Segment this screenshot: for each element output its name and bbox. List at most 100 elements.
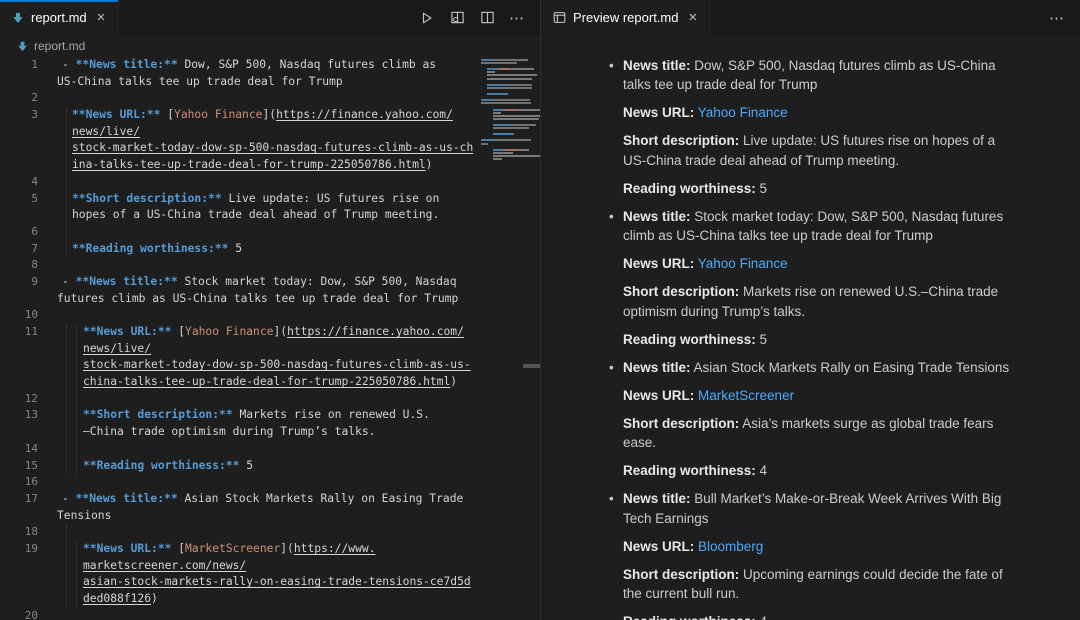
link-url[interactable]: news/live/ <box>83 342 151 355</box>
news-url-link[interactable]: Bloomberg <box>698 539 763 554</box>
link-url[interactable]: china-talks-tee-up-trade-deal-for-trump-… <box>83 375 450 388</box>
code-text: Stock market today: Dow, S&P 500, Nasdaq <box>178 275 457 288</box>
tab-preview-report-md[interactable]: Preview report.md × <box>541 0 711 35</box>
code-line[interactable]: 5 **Short description:** Live update: US … <box>0 191 540 208</box>
bullet-icon: • <box>609 207 614 227</box>
code-line[interactable]: –China trade optimism during Trump’s tal… <box>0 424 540 441</box>
minimap-line <box>481 99 540 101</box>
short-description: Short description: Upcoming earnings cou… <box>623 565 1018 604</box>
code-line[interactable]: 6 <box>0 224 540 241</box>
code-line[interactable]: 11**News URL:** [Yahoo Finance](https://… <box>0 324 540 341</box>
breadcrumb-item[interactable]: report.md <box>34 39 85 53</box>
more-actions-icon[interactable]: ⋯ <box>1046 7 1068 29</box>
code-line[interactable]: news/live/ <box>0 124 540 141</box>
code-line[interactable]: 12 <box>0 391 540 408</box>
line-number: 6 <box>0 224 38 241</box>
link-url[interactable]: news/live/ <box>72 125 140 138</box>
code-line[interactable]: 3**News URL:** [Yahoo Finance](https://f… <box>0 107 540 124</box>
code-line[interactable]: stock-market-today-dow-sp-500-nasdaq-fut… <box>0 357 540 374</box>
link-url[interactable]: https://finance.yahoo.com/ <box>287 325 464 338</box>
code-line[interactable]: Tensions <box>0 508 540 525</box>
line-content: **Short description:** Markets rise on r… <box>83 407 430 424</box>
code-text: –China trade optimism during Trump’s tal… <box>83 425 375 438</box>
indent-guide <box>76 341 77 358</box>
markdown-editor[interactable]: 1- **News title:** Dow, S&P 500, Nasdaq … <box>0 57 540 620</box>
line-number: 11 <box>0 324 38 341</box>
minimap-line <box>487 68 541 70</box>
close-icon[interactable]: × <box>94 8 109 27</box>
code-line[interactable]: 16 <box>0 474 540 491</box>
minimap-line <box>481 62 540 64</box>
code-line[interactable]: 10 <box>0 307 540 324</box>
link-url[interactable]: https://finance.yahoo.com/ <box>276 108 453 121</box>
news-url-link[interactable]: Yahoo Finance <box>698 256 788 271</box>
line-number: 5 <box>0 191 38 208</box>
indent-guide <box>66 458 67 475</box>
link-url[interactable]: https://www. <box>294 542 376 555</box>
scrollbar-handle[interactable] <box>523 364 540 368</box>
bullet-icon: • <box>609 358 614 378</box>
split-editor-icon[interactable] <box>476 7 498 29</box>
line-number: 16 <box>0 474 38 491</box>
link-url[interactable]: marketscreener.com/news/ <box>83 559 246 572</box>
breadcrumb[interactable]: report.md <box>0 35 540 57</box>
link-url[interactable]: asian-stock-markets-rally-on-easing-trad… <box>83 575 471 588</box>
more-actions-icon[interactable]: ⋯ <box>506 7 528 29</box>
code-line[interactable]: news/live/ <box>0 341 540 358</box>
code-line[interactable]: 18 <box>0 524 540 541</box>
indent-guide <box>66 191 67 208</box>
code-line[interactable]: 4 <box>0 174 540 191</box>
code-line[interactable]: asian-stock-markets-rally-on-easing-trad… <box>0 574 540 591</box>
link-url[interactable]: ded088f126 <box>83 592 151 605</box>
line-content: stock-market-today-dow-sp-500-nasdaq-fut… <box>83 357 471 374</box>
code-line[interactable]: 15**Reading worthiness:** 5 <box>0 458 540 475</box>
minimap-line <box>487 74 541 76</box>
tab-report-md[interactable]: report.md × <box>0 0 119 35</box>
link-url[interactable]: stock-market-today-dow-sp-500-nasdaq-fut… <box>72 141 473 154</box>
code-line[interactable]: 14 <box>0 441 540 458</box>
code-text: US-China talks tee up trade deal for Tru… <box>57 75 343 88</box>
code-text: ]( <box>273 325 287 338</box>
markdown-key: **News URL:** <box>83 325 171 338</box>
markdown-key: **Short description:** <box>72 192 222 205</box>
code-line[interactable]: 9- **News title:** Stock market today: D… <box>0 274 540 291</box>
code-line[interactable]: 13**Short description:** Markets rise on… <box>0 407 540 424</box>
news-url-link[interactable]: MarketScreener <box>698 388 794 403</box>
open-preview-icon[interactable] <box>446 7 468 29</box>
indent-guide <box>66 241 67 258</box>
minimap-line <box>481 65 540 67</box>
run-icon[interactable] <box>416 7 438 29</box>
link-label: Yahoo Finance <box>185 325 273 338</box>
code-line[interactable]: US-China talks tee up trade deal for Tru… <box>0 74 540 91</box>
code-line[interactable]: 7**Reading worthiness:** 5 <box>0 241 540 258</box>
code-line[interactable]: futures climb as US-China talks tee up t… <box>0 291 540 308</box>
code-line[interactable]: 20 <box>0 608 540 620</box>
left-tab-bar: report.md × <box>0 0 540 35</box>
indent-guide <box>66 324 67 341</box>
code-line[interactable]: 8 <box>0 257 540 274</box>
link-url[interactable]: stock-market-today-dow-sp-500-nasdaq-fut… <box>83 358 471 371</box>
code-line[interactable]: marketscreener.com/news/ <box>0 558 540 575</box>
code-line[interactable]: ina-talks-tee-up-trade-deal-for-trump-22… <box>0 157 540 174</box>
code-line[interactable]: 1- **News title:** Dow, S&P 500, Nasdaq … <box>0 57 540 74</box>
minimap-line <box>481 59 540 61</box>
close-icon[interactable]: × <box>685 8 700 27</box>
code-line[interactable]: 2 <box>0 90 540 107</box>
field-label: Short description: <box>623 284 739 299</box>
code-text: Live update: US futures rise on <box>222 192 440 205</box>
minimap[interactable] <box>478 59 540 620</box>
news-url-link[interactable]: Yahoo Finance <box>698 105 788 120</box>
markdown-key: **Reading worthiness:** <box>83 459 239 472</box>
vscode-workbench: report.md × <box>0 0 1080 620</box>
code-text: Asian Stock Markets Rally on Easing Trad… <box>178 492 464 505</box>
code-line[interactable]: hopes of a US-China trade deal ahead of … <box>0 207 540 224</box>
code-line[interactable]: 19**News URL:** [MarketScreener](https:/… <box>0 541 540 558</box>
markdown-preview[interactable]: •News title: Dow, S&P 500, Nasdaq future… <box>541 35 1080 620</box>
code-line[interactable]: stock-market-today-dow-sp-500-nasdaq-fut… <box>0 140 540 157</box>
code-line[interactable]: 17- **News title:** Asian Stock Markets … <box>0 491 540 508</box>
right-editor-actions: ⋯ <box>1046 0 1080 35</box>
code-line[interactable]: ded088f126) <box>0 591 540 608</box>
code-line[interactable]: china-talks-tee-up-trade-deal-for-trump-… <box>0 374 540 391</box>
code-text: - <box>62 58 76 71</box>
link-url[interactable]: ina-talks-tee-up-trade-deal-for-trump-22… <box>72 158 426 171</box>
